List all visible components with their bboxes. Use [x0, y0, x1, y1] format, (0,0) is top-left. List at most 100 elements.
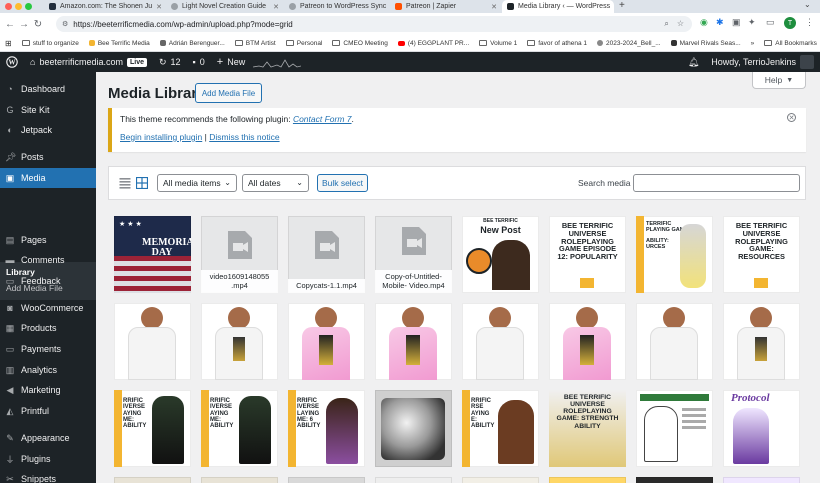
site-info-icon[interactable]: ⚙	[62, 20, 68, 28]
bulk-select-button[interactable]: Bulk select	[317, 174, 368, 192]
date-filter[interactable]: All dates ⌄	[242, 174, 309, 192]
stats-sparkline-icon[interactable]	[253, 56, 302, 68]
media-item-partial[interactable]	[375, 477, 452, 483]
wordpress-logo-icon[interactable]: W	[0, 56, 24, 68]
media-item-new-post[interactable]: BEE TERRIFIC New Post	[462, 216, 539, 293]
media-item-partial[interactable]	[114, 477, 191, 483]
media-item-tshirt[interactable]	[114, 303, 191, 380]
menu-dashboard[interactable]: ◔ Dashboard	[0, 79, 96, 99]
more-bookmarks-icon[interactable]: »	[746, 40, 760, 47]
menu-woocommerce[interactable]: ◙ WooCommerce	[0, 298, 96, 318]
menu-marketing[interactable]: ◀ Marketing	[0, 380, 96, 400]
begin-installing-plugin-link[interactable]: Begin installing plugin	[120, 132, 202, 142]
media-item-ability-poster[interactable]: RRIFIC RSE AYING E: ABILITY	[462, 390, 539, 467]
media-item-tshirt[interactable]	[375, 303, 452, 380]
all-bookmarks-folder[interactable]: All Bookmarks	[759, 40, 820, 47]
updates-link[interactable]: ↻ 12	[153, 57, 187, 68]
browser-tab[interactable]: Amazon.com: The Shonen Ju ✕	[44, 0, 166, 13]
close-window-button[interactable]	[5, 3, 12, 10]
media-item-partial[interactable]	[288, 477, 365, 483]
site-name-link[interactable]: ⌂ beeterrificmedia.com Live	[24, 57, 153, 67]
menu-appearance[interactable]: ✎ Appearance	[0, 428, 96, 448]
bookmark-folder[interactable]: BTM Artist	[230, 40, 281, 47]
bookmark-link[interactable]: 2023-2024_Bell_...	[592, 40, 666, 47]
grid-view-icon[interactable]	[136, 177, 148, 189]
browser-tab[interactable]: Light Novel Creation Guide ✕	[166, 0, 284, 13]
contact-form-7-link[interactable]: Contact Form 7	[293, 114, 352, 124]
bookmark-link[interactable]: Bee Terrific Media	[84, 40, 155, 47]
back-arrow-icon[interactable]: ←	[3, 19, 17, 30]
menu-posts[interactable]: 📌︎ Posts	[0, 147, 96, 167]
browser-tab[interactable]: Patreon | Zapier ✕	[390, 0, 502, 13]
media-item-video[interactable]: video1609148055 .mp4	[201, 216, 278, 293]
puzzle-icon[interactable]: ✦	[748, 17, 756, 28]
media-item-tshirt[interactable]	[462, 303, 539, 380]
menu-site-kit[interactable]: G Site Kit	[0, 100, 96, 120]
media-item-resources[interactable]: BEE TERRIFIC UNIVERSE ROLEPLAYING GAME: …	[723, 216, 800, 293]
bookmark-folder[interactable]: Personal	[281, 40, 328, 47]
media-item-ability-poster[interactable]: RRIFIC IVERSE AYING ME: ABILITY	[114, 390, 191, 467]
menu-products[interactable]: ▦ Products	[0, 318, 96, 338]
media-item-game-ability[interactable]: TERRIFIC PLAYING GAME ABILITY: URCES	[636, 216, 713, 293]
media-item-tshirt[interactable]	[288, 303, 365, 380]
media-item-partial[interactable]	[462, 477, 539, 483]
dismiss-notice-link[interactable]: Dismiss this notice	[209, 132, 279, 142]
media-item-grayscale-art[interactable]	[375, 390, 452, 467]
extension-icon[interactable]: ▣	[732, 17, 741, 28]
bookmark-link[interactable]: Marvel Rivals Seas...	[666, 40, 746, 47]
menu-comments[interactable]: ▬ Comments	[0, 250, 96, 270]
browser-tab[interactable]: Patreon to WordPress Sync ✕	[284, 0, 390, 13]
media-item-video[interactable]: Copy-of-Untitled- Mobile- Video.mp4	[375, 216, 452, 293]
bookmark-folder[interactable]: CMEO Meeting	[327, 40, 392, 47]
minimize-window-button[interactable]	[15, 3, 22, 10]
media-item-episode-12[interactable]: BEE TERRIFIC UNIVERSE ROLEPLAYING GAME E…	[549, 216, 626, 293]
media-item-protocol[interactable]: Protocol	[723, 390, 800, 467]
add-media-file-button[interactable]: Add Media File	[195, 83, 262, 103]
media-item-tshirt[interactable]	[201, 303, 278, 380]
menu-payments[interactable]: ▭ Payments	[0, 339, 96, 359]
media-item-ability-poster[interactable]: RRIFIC IVERSE AYING ME: ABILITY	[201, 390, 278, 467]
new-tab-icon[interactable]: +	[619, 0, 625, 11]
dismiss-x-icon[interactable]: ✕	[787, 113, 796, 122]
media-item-memorial-day[interactable]: MEMORIALDAY ★ ★ ★	[114, 216, 191, 293]
media-item-tshirt[interactable]	[723, 303, 800, 380]
tab-search-chevron-icon[interactable]: ⌄	[804, 0, 811, 9]
address-bar[interactable]: ⚙ https://beeterrificmedia.com/wp-admin/…	[56, 16, 692, 32]
close-tab-icon[interactable]: ✕	[156, 3, 162, 11]
side-panel-icon[interactable]: ▭	[766, 17, 775, 28]
extension-icon[interactable]: ✱	[716, 17, 724, 28]
close-tab-icon[interactable]: ✕	[491, 3, 497, 11]
bookmark-link[interactable]: (4) EGGPLANT PR...	[393, 40, 474, 47]
menu-printful[interactable]: ◭ Printful	[0, 401, 96, 421]
search-media-input[interactable]	[633, 174, 800, 192]
media-item-partial[interactable]	[549, 477, 626, 483]
more-menu-icon[interactable]: ⋮	[805, 17, 814, 28]
media-item-sketch[interactable]	[636, 390, 713, 467]
menu-snippets[interactable]: ✂ Snippets	[0, 469, 96, 483]
media-item-video[interactable]: Copycats-1.1.mp4	[288, 216, 365, 293]
browser-tab-active[interactable]: Media Library ‹ — WordPress ✕	[502, 0, 614, 13]
menu-plugins[interactable]: ⏚ Plugins	[0, 449, 96, 469]
forward-arrow-icon[interactable]: →	[17, 19, 31, 30]
apps-grid-icon[interactable]: ⊞	[0, 39, 17, 48]
close-tab-icon[interactable]: ✕	[273, 3, 279, 11]
menu-feedback[interactable]: ▭ Feedback	[0, 271, 96, 291]
bookmark-star-icon[interactable]: ☆	[677, 19, 684, 29]
media-item-ability-poster[interactable]: RRIFIC IVERSE LAYING ME: 6 ABILITY	[288, 390, 365, 467]
my-account-link[interactable]: Howdy, TerrioJenkins	[705, 55, 820, 69]
zoom-icon[interactable]: ⌕	[664, 19, 668, 29]
media-item-strength-ability[interactable]: BEE TERRIFIC UNIVERSE ROLEPLAYING GAME: …	[549, 390, 626, 467]
bookmark-folder[interactable]: favor of athena 1	[522, 40, 592, 47]
maximize-window-button[interactable]	[25, 3, 32, 10]
extension-icon[interactable]: ◉	[700, 17, 708, 28]
reload-icon[interactable]: ↻	[31, 19, 45, 30]
media-item-tshirt[interactable]	[636, 303, 713, 380]
notifications-bell-icon[interactable]: 🔔︎	[682, 57, 705, 68]
menu-analytics[interactable]: ▥ Analytics	[0, 360, 96, 380]
menu-pages[interactable]: ▤ Pages	[0, 230, 96, 250]
menu-jetpack[interactable]: ◐ Jetpack	[0, 120, 96, 140]
new-content-link[interactable]: + New	[211, 56, 251, 68]
media-item-partial[interactable]	[636, 477, 713, 483]
comments-link[interactable]: ▪ 0	[187, 57, 211, 67]
media-type-filter[interactable]: All media items ⌄	[157, 174, 237, 192]
